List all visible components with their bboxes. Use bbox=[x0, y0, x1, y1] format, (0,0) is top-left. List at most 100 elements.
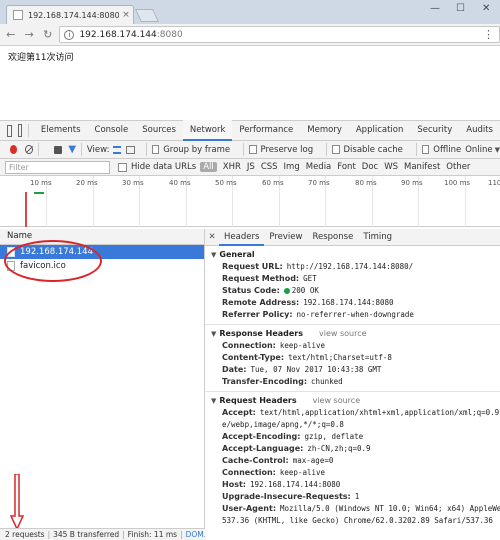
inspect-element-icon[interactable] bbox=[7, 124, 12, 137]
tab-headers[interactable]: Headers bbox=[219, 229, 265, 246]
filter-type-media[interactable]: Media bbox=[303, 162, 335, 172]
info-icon[interactable]: i bbox=[64, 29, 75, 40]
timeline-tick-label: 90 ms bbox=[401, 179, 423, 187]
timeline-tick-label: 40 ms bbox=[169, 179, 191, 187]
header-key: Accept: bbox=[222, 408, 256, 417]
record-icon[interactable] bbox=[10, 145, 18, 154]
overview-icon[interactable] bbox=[126, 145, 135, 154]
chevron-down-icon[interactable]: ▼ bbox=[495, 146, 500, 154]
tab-elements[interactable]: Elements bbox=[34, 120, 88, 141]
filter-type-font[interactable]: Font bbox=[334, 162, 359, 172]
network-status-bar: 2 requests | 345 B transferred | Finish: 11 … bbox=[0, 528, 205, 540]
response-headers-toggle[interactable]: ▼ Response Headers view source bbox=[211, 327, 500, 340]
header-value: GET bbox=[303, 274, 317, 283]
general-title: General bbox=[219, 250, 255, 259]
filter-input[interactable]: Filter bbox=[5, 160, 110, 174]
filter-type-other[interactable]: Other bbox=[443, 162, 473, 172]
preserve-log-label: Preserve log bbox=[260, 144, 314, 155]
maximize-button[interactable]: ☐ bbox=[456, 3, 465, 14]
header-key: Accept-Language: bbox=[222, 444, 304, 453]
hide-data-urls-checkbox[interactable] bbox=[118, 162, 127, 172]
view-source-link[interactable]: view source bbox=[319, 329, 367, 338]
browser-menu-icon[interactable]: ⋮ bbox=[483, 28, 494, 41]
address-url: 192.168.174.144:8080 bbox=[79, 30, 182, 40]
header-key: User-Agent: bbox=[222, 504, 277, 513]
address-host: 192.168.174.144 bbox=[79, 29, 157, 40]
header-key: Transfer-Encoding: bbox=[222, 377, 308, 386]
tab-response[interactable]: Response bbox=[307, 229, 358, 246]
filter-type-js[interactable]: JS bbox=[244, 162, 258, 172]
reload-icon[interactable]: ↻ bbox=[40, 28, 55, 41]
filter-type-manifest[interactable]: Manifest bbox=[401, 162, 443, 172]
tab-strip: 192.168.174.144:8080 × — ☐ ✕ bbox=[0, 0, 500, 24]
view-source-link[interactable]: view source bbox=[313, 396, 361, 405]
filter-type-all[interactable]: All bbox=[200, 162, 217, 172]
tab-preview[interactable]: Preview bbox=[264, 229, 307, 246]
load-event-marker bbox=[26, 192, 27, 227]
network-toolbar: ▼ View: Group by frame Preserve log Disa… bbox=[0, 141, 500, 159]
preserve-log-checkbox[interactable] bbox=[248, 145, 257, 154]
header-value: 1 bbox=[354, 492, 360, 501]
request-headers-toggle[interactable]: ▼ Request Headers view source bbox=[211, 394, 500, 407]
large-rows-icon[interactable] bbox=[113, 145, 122, 154]
disable-cache-checkbox[interactable] bbox=[331, 145, 340, 154]
tab-audits[interactable]: Audits bbox=[459, 120, 500, 141]
minimize-button[interactable]: — bbox=[430, 3, 440, 14]
tab-close-icon[interactable]: × bbox=[119, 10, 133, 20]
address-bar[interactable]: i 192.168.174.144:8080 bbox=[59, 26, 500, 43]
header-row-continuation: e/webp,image/apng,*/*;q=0.8 bbox=[211, 419, 500, 431]
screenshot-camera-icon[interactable] bbox=[53, 145, 63, 154]
filter-type-doc[interactable]: Doc bbox=[359, 162, 381, 172]
header-row: Accept: text/html,application/xhtml+xml,a… bbox=[211, 407, 500, 419]
divider bbox=[243, 143, 244, 156]
header-row-continuation: 537.36 (KHTML, like Gecko) Chrome/62.0.3… bbox=[211, 515, 500, 527]
tab-security[interactable]: Security bbox=[410, 120, 459, 141]
request-count: 2 requests bbox=[5, 530, 45, 539]
header-value: 192.168.174.144:8080 bbox=[249, 480, 341, 489]
expanded-triangle-icon: ▼ bbox=[211, 397, 217, 405]
header-value: Mozilla/5.0 (Windows NT 10.0; Win64; x64… bbox=[280, 504, 500, 513]
request-detail-panel: ✕ Headers Preview Response Timing ▼ Gener… bbox=[205, 229, 500, 540]
expanded-triangle-icon: ▼ bbox=[211, 330, 217, 338]
window-close-button[interactable]: ✕ bbox=[482, 3, 490, 14]
general-section-toggle[interactable]: ▼ General bbox=[211, 248, 500, 261]
timeline-tick-label: 30 ms bbox=[122, 179, 144, 187]
tab-sources[interactable]: Sources bbox=[135, 120, 183, 141]
filter-funnel-icon[interactable]: ▼ bbox=[68, 144, 76, 155]
divider bbox=[326, 143, 327, 156]
header-value: 192.168.174.144:8080 bbox=[303, 298, 394, 307]
divider bbox=[205, 324, 500, 325]
network-overview-timeline[interactable]: 10 ms 20 ms 30 ms 40 ms 50 ms 60 ms 70 m… bbox=[0, 176, 500, 227]
device-toolbar-icon[interactable] bbox=[17, 124, 22, 137]
tab-console[interactable]: Console bbox=[88, 120, 136, 141]
annotation-down-arrow bbox=[10, 474, 24, 530]
group-by-frame-checkbox[interactable] bbox=[151, 145, 160, 154]
tab-memory[interactable]: Memory bbox=[300, 120, 349, 141]
tab-performance[interactable]: Performance bbox=[232, 120, 300, 141]
header-row: Host: 192.168.174.144:8080 bbox=[211, 479, 500, 491]
throttling-select[interactable]: Online bbox=[465, 145, 492, 155]
header-row: Date: Tue, 07 Nov 2017 10:43:38 GMT bbox=[211, 364, 500, 376]
filter-type-ws[interactable]: WS bbox=[381, 162, 401, 172]
tab-application[interactable]: Application bbox=[349, 120, 411, 141]
divider bbox=[81, 143, 82, 156]
clear-icon[interactable] bbox=[25, 145, 33, 154]
response-headers-title: Response Headers bbox=[219, 329, 304, 338]
filter-type-img[interactable]: Img bbox=[281, 162, 303, 172]
filter-type-xhr[interactable]: XHR bbox=[220, 162, 244, 172]
header-key: Request Method: bbox=[222, 274, 300, 283]
tab-timing[interactable]: Timing bbox=[358, 229, 397, 246]
divider bbox=[415, 143, 417, 156]
header-value: gzip, deflate bbox=[304, 432, 364, 441]
filter-type-css[interactable]: CSS bbox=[258, 162, 281, 172]
browser-tab[interactable]: 192.168.174.144:8080 × bbox=[6, 5, 134, 24]
new-tab-button[interactable] bbox=[134, 9, 160, 22]
tab-network[interactable]: Network bbox=[182, 120, 233, 141]
back-arrow-icon[interactable]: ← bbox=[3, 28, 18, 41]
filter-bar: Filter Hide data URLs All XHR JS CSS Img… bbox=[0, 159, 500, 176]
close-detail-icon[interactable]: ✕ bbox=[205, 232, 219, 242]
welcome-text: 欢迎第11次访问 bbox=[8, 53, 74, 63]
offline-checkbox[interactable] bbox=[421, 145, 430, 154]
forward-arrow-icon[interactable]: → bbox=[21, 28, 36, 41]
header-value: max-age=0 bbox=[292, 456, 334, 465]
